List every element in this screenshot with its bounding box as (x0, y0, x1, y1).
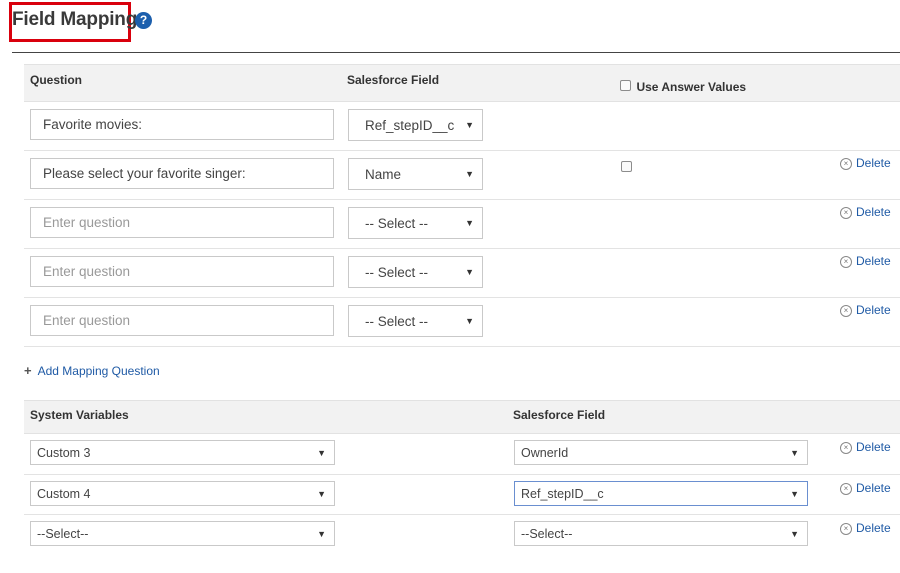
add-mapping-question-link[interactable]: + Add Mapping Question (24, 363, 160, 378)
column-header-system-variables: System Variables (30, 408, 129, 422)
system-variables-header: System Variables Salesforce Field (24, 400, 900, 434)
select-value: -- Select -- (365, 216, 429, 231)
salesforce-field-select[interactable]: --Select-- ▼ (514, 521, 808, 546)
chevron-down-icon: ▼ (317, 488, 326, 499)
plus-icon: + (24, 363, 32, 378)
question-input[interactable]: Enter question (30, 305, 334, 336)
chevron-down-icon: ▼ (465, 169, 474, 179)
select-value: -- Select -- (365, 314, 429, 329)
delete-label: Delete (856, 205, 891, 219)
close-circle-icon: × (840, 207, 852, 219)
title-divider (12, 52, 900, 53)
close-circle-icon: × (840, 482, 852, 495)
close-circle-icon: × (840, 523, 852, 535)
close-circle-icon: × (840, 305, 852, 317)
chevron-down-icon: ▼ (317, 448, 326, 458)
system-variable-row: Custom 3 ▼ OwnerId ▼ × Delete (24, 433, 900, 475)
select-value: Ref_stepID__c (365, 118, 455, 133)
select-value: --Select-- (521, 527, 573, 541)
system-variable-select[interactable]: --Select-- ▼ (30, 521, 335, 546)
mapping-row: Enter question -- Select -- ▼ × Delete (24, 199, 900, 249)
page-title: Field Mapping (12, 9, 138, 30)
chevron-down-icon: ▼ (465, 120, 474, 130)
salesforce-field-select[interactable]: Ref_stepID__c ▼ (514, 480, 808, 506)
add-mapping-question-label: Add Mapping Question (37, 364, 160, 378)
delete-label: Delete (856, 480, 891, 495)
delete-row-link[interactable]: × Delete (840, 303, 891, 317)
salesforce-field-select[interactable]: Name ▼ (348, 158, 483, 190)
question-circle-icon[interactable]: ? (135, 12, 152, 29)
question-input[interactable]: Please select your favorite singer: (30, 158, 334, 189)
delete-label: Delete (856, 303, 891, 317)
chevron-down-icon: ▼ (465, 267, 474, 277)
mapping-row: Enter question -- Select -- ▼ × Delete (24, 248, 900, 298)
select-value: --Select-- (37, 527, 89, 541)
column-header-salesforce-field: Salesforce Field (347, 73, 440, 87)
delete-row-link[interactable]: × Delete (840, 254, 891, 268)
chevron-down-icon: ▼ (790, 448, 799, 458)
select-value: Custom 4 (37, 486, 91, 501)
salesforce-field-select[interactable]: -- Select -- ▼ (348, 256, 483, 288)
question-input[interactable]: Enter question (30, 256, 334, 287)
select-value: -- Select -- (365, 265, 429, 280)
column-header-use-answer-values: Use Answer Values (636, 80, 747, 94)
close-circle-icon: × (840, 442, 852, 454)
field-mapping-header: Question Salesforce Field Use Answer Val… (24, 64, 900, 102)
mapping-row: Enter question -- Select -- ▼ × Delete (24, 297, 900, 347)
mapping-row: Favorite movies: Ref_stepID__c ▼ (24, 101, 900, 151)
use-answer-values-row-checkbox[interactable] (621, 161, 632, 172)
delete-row-link[interactable]: × Delete (840, 521, 891, 535)
select-value: OwnerId (521, 446, 569, 460)
delete-label: Delete (856, 254, 891, 268)
use-answer-values-checkbox[interactable] (620, 80, 631, 91)
mapping-row: Please select your favorite singer: Name ▼… (24, 150, 900, 200)
column-header-salesforce-field-2: Salesforce Field (513, 408, 606, 422)
close-circle-icon: × (840, 158, 852, 170)
chevron-down-icon: ▼ (790, 529, 799, 539)
system-variable-select[interactable]: Custom 4 ▼ (30, 480, 335, 506)
select-value: Custom 3 (37, 446, 91, 460)
salesforce-field-select[interactable]: Ref_stepID__c ▼ (348, 109, 483, 141)
close-circle-icon: × (840, 256, 852, 268)
system-variable-row: --Select-- ▼ --Select-- ▼ × Delete (24, 514, 900, 555)
chevron-down-icon: ▼ (465, 218, 474, 228)
salesforce-field-select[interactable]: -- Select -- ▼ (348, 207, 483, 239)
use-answer-values-header: Use Answer Values (620, 78, 747, 96)
delete-label: Delete (856, 440, 891, 454)
delete-label: Delete (856, 156, 891, 170)
delete-label: Delete (856, 521, 891, 535)
system-variable-select[interactable]: Custom 3 ▼ (30, 440, 335, 465)
delete-row-link[interactable]: × Delete (840, 205, 891, 219)
chevron-down-icon: ▼ (317, 529, 326, 539)
delete-row-link[interactable]: × Delete (840, 440, 891, 454)
select-value: Name (365, 167, 402, 182)
page-header: Field Mapping ? (0, 0, 900, 46)
salesforce-field-select[interactable]: -- Select -- ▼ (348, 305, 483, 337)
salesforce-field-select[interactable]: OwnerId ▼ (514, 440, 808, 465)
question-input[interactable]: Favorite movies: (30, 109, 334, 140)
chevron-down-icon: ▼ (465, 316, 474, 326)
column-header-question: Question (30, 73, 83, 87)
system-variable-row: Custom 4 ▼ Ref_stepID__c ▼ × Delete (24, 474, 900, 515)
delete-row-link[interactable]: × Delete (840, 156, 891, 170)
question-input[interactable]: Enter question (30, 207, 334, 238)
delete-row-link[interactable]: × Delete (840, 481, 891, 495)
select-value: Ref_stepID__c (521, 486, 604, 501)
chevron-down-icon: ▼ (790, 488, 799, 499)
